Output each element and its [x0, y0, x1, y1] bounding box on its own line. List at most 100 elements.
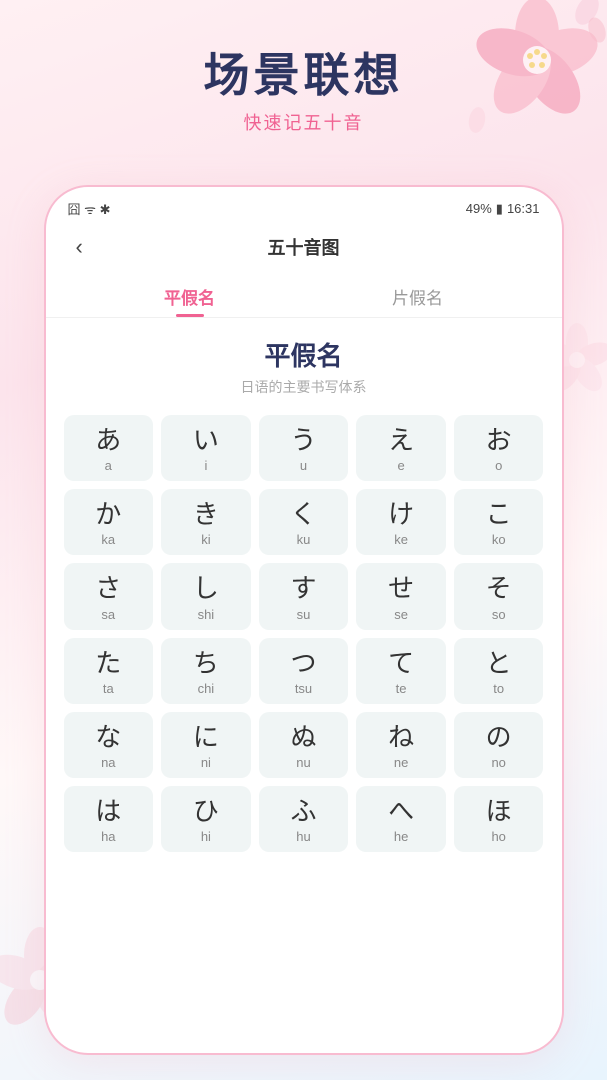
kana-romanization: ho	[491, 829, 505, 844]
kana-cell[interactable]: と to	[454, 638, 544, 704]
kana-romanization: tsu	[295, 681, 312, 696]
kana-romanization: ni	[201, 755, 211, 770]
kana-cell[interactable]: か ka	[64, 489, 154, 555]
kana-character: あ	[95, 425, 121, 456]
kana-character: つ	[290, 648, 316, 679]
kana-cell[interactable]: ち chi	[161, 638, 251, 704]
kana-character: く	[290, 499, 316, 530]
kana-romanization: so	[492, 607, 506, 622]
kana-character: せ	[388, 573, 414, 604]
kana-cell[interactable]: えe	[356, 415, 446, 481]
kana-character: ひ	[193, 796, 219, 827]
kana-romanization: su	[297, 607, 311, 622]
kana-cell[interactable]: ひ hi	[161, 786, 251, 852]
sub-title: 快速记五十音	[0, 109, 607, 135]
kana-character: に	[193, 722, 219, 753]
content-area: 平假名 日语的主要书写体系 あaいiうuえeおoかkaきkiくkuけkeこkoさ…	[46, 318, 562, 1055]
kana-character: う	[290, 425, 316, 456]
kana-cell[interactable]: そ so	[454, 563, 544, 629]
kana-character: た	[95, 648, 121, 679]
kana-cell[interactable]: し shi	[161, 563, 251, 629]
kana-cell[interactable]: ぬ nu	[259, 712, 349, 778]
status-right: 49% ▮ 16:31	[466, 201, 540, 217]
kana-romanization: a	[105, 458, 112, 473]
kana-romanization: ko	[492, 532, 506, 547]
phone-mockup: 囧 ᯤ ✱ 49% ▮ 16:31 ‹ 五十音图 平假名 片假名 平假名 日语的…	[44, 185, 564, 1055]
kana-character: ね	[388, 722, 414, 753]
kana-cell[interactable]: へ he	[356, 786, 446, 852]
header-section: 场景联想 快速记五十音	[0, 0, 607, 155]
kana-cell[interactable]: きki	[161, 489, 251, 555]
kana-cell[interactable]: つ tsu	[259, 638, 349, 704]
kana-romanization: hu	[296, 829, 310, 844]
kana-cell[interactable]: く ku	[259, 489, 349, 555]
kana-cell[interactable]: おo	[454, 415, 544, 481]
kana-character: て	[388, 648, 414, 679]
kana-romanization: na	[101, 755, 115, 770]
kana-character: へ	[388, 796, 414, 827]
section-desc: 日语的主要书写体系	[64, 377, 544, 397]
kana-cell[interactable]: ね ne	[356, 712, 446, 778]
kana-cell[interactable]: な na	[64, 712, 154, 778]
kana-romanization: ne	[394, 755, 408, 770]
kana-character: え	[388, 425, 414, 456]
tab-bar: 平假名 片假名	[46, 274, 562, 318]
battery-percent: 49%	[466, 201, 492, 216]
kana-character: の	[486, 722, 512, 753]
battery-icon: ▮	[496, 201, 503, 217]
kana-cell[interactable]: はha	[64, 786, 154, 852]
kana-romanization: he	[394, 829, 408, 844]
kana-character: し	[193, 573, 219, 604]
kana-cell[interactable]: いi	[161, 415, 251, 481]
kana-romanization: ka	[101, 532, 115, 547]
kana-grid: あaいiうuえeおoかkaきkiくkuけkeこkoさsaしshiすsuせseそs…	[64, 415, 544, 852]
kana-romanization: ku	[297, 532, 311, 547]
kana-character: ぬ	[290, 722, 316, 753]
kana-cell[interactable]: に ni	[161, 712, 251, 778]
status-bar: 囧 ᯤ ✱ 49% ▮ 16:31	[46, 187, 562, 224]
back-button[interactable]: ‹	[68, 230, 91, 264]
kana-romanization: te	[396, 681, 407, 696]
kana-romanization: nu	[296, 755, 310, 770]
tab-katakana[interactable]: 片假名	[304, 274, 532, 317]
kana-cell[interactable]: こ ko	[454, 489, 544, 555]
kana-character: ち	[193, 648, 219, 679]
kana-character: そ	[486, 573, 512, 604]
kana-romanization: o	[495, 458, 502, 473]
nav-bar: ‹ 五十音图	[46, 224, 562, 274]
kana-cell[interactable]: さsa	[64, 563, 154, 629]
kana-cell[interactable]: せ se	[356, 563, 446, 629]
kana-cell[interactable]: ほho	[454, 786, 544, 852]
kana-romanization: e	[397, 458, 404, 473]
kana-cell[interactable]: うu	[259, 415, 349, 481]
kana-character: さ	[95, 573, 121, 604]
tab-hiragana[interactable]: 平假名	[76, 274, 304, 317]
kana-cell[interactable]: た ta	[64, 638, 154, 704]
kana-romanization: chi	[198, 681, 215, 696]
kana-romanization: ta	[103, 681, 114, 696]
nav-title: 五十音图	[268, 234, 340, 260]
kana-character: こ	[486, 499, 512, 530]
kana-romanization: to	[493, 681, 504, 696]
kana-character: な	[95, 722, 121, 753]
kana-romanization: ke	[394, 532, 408, 547]
kana-cell[interactable]: あa	[64, 415, 154, 481]
kana-cell[interactable]: て te	[356, 638, 446, 704]
kana-character: か	[95, 499, 121, 530]
kana-character: と	[486, 648, 512, 679]
kana-romanization: i	[204, 458, 207, 473]
kana-romanization: shi	[198, 607, 215, 622]
kana-romanization: no	[491, 755, 505, 770]
kana-cell[interactable]: す su	[259, 563, 349, 629]
kana-character: は	[95, 796, 121, 827]
kana-character: す	[290, 573, 316, 604]
kana-character: き	[193, 499, 219, 530]
kana-cell[interactable]: の no	[454, 712, 544, 778]
kana-cell[interactable]: ふhu	[259, 786, 349, 852]
kana-character: い	[193, 425, 219, 456]
kana-romanization: se	[394, 607, 408, 622]
kana-romanization: hi	[201, 829, 211, 844]
kana-cell[interactable]: け ke	[356, 489, 446, 555]
section-title: 平假名	[64, 336, 544, 373]
kana-character: け	[388, 499, 414, 530]
